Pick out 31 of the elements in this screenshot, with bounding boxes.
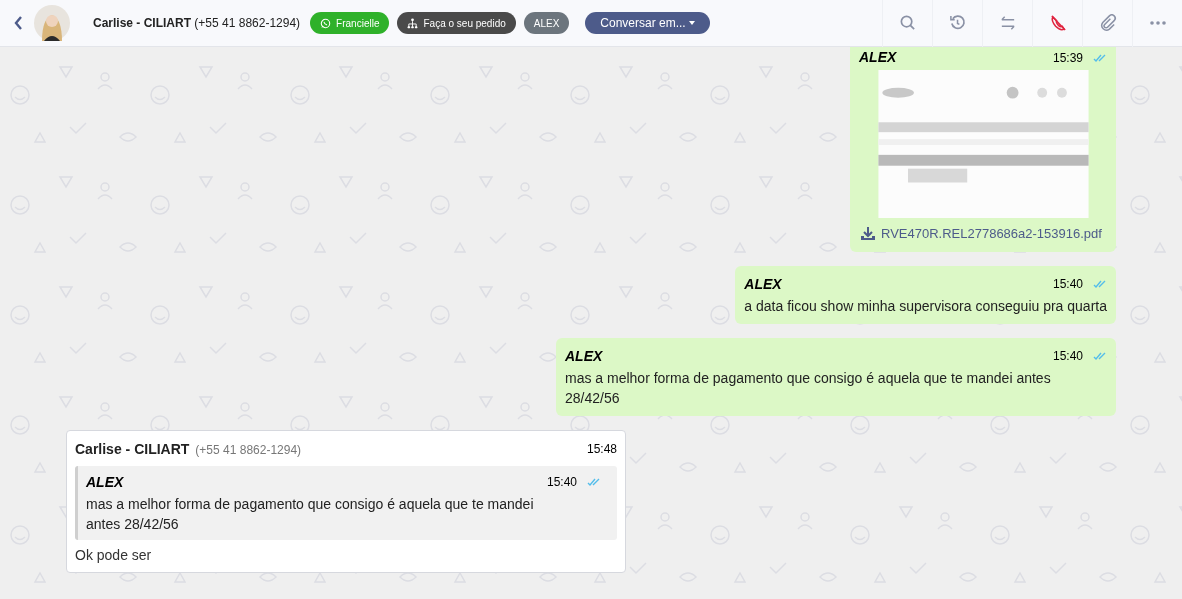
history-icon	[948, 14, 967, 32]
whatsapp-icon	[320, 17, 332, 29]
contact-name: Carlise - CILIART (+55 41 8862-1294)	[93, 15, 301, 32]
paperclip-icon	[1098, 14, 1117, 32]
message-text: mas a melhor forma de pagamento que consigo é aquela que te mandei antes 28/42/56	[86, 494, 535, 534]
message-time: 15:40	[1052, 276, 1083, 293]
sender-name: ALEX	[565, 346, 603, 366]
tag: Faça o seu pedido	[397, 12, 516, 34]
tag: Francielle	[310, 12, 390, 34]
agent-tag: ALEX	[523, 12, 570, 34]
message-time: 15:48	[586, 441, 617, 458]
file-link[interactable]: RVE470R.REL2778686a2-153916.pdf	[861, 224, 1107, 244]
sender-name: ALEX	[744, 274, 782, 294]
message-text: Ok pode ser	[75, 545, 153, 565]
more-icon	[1149, 21, 1166, 25]
search-icon	[898, 14, 917, 32]
message-time: 15:40	[1052, 348, 1083, 365]
sender-name: ALEX	[86, 472, 124, 492]
back-icon	[13, 16, 23, 30]
sender-name: Carlise - CILIART	[75, 439, 190, 459]
avatar[interactable]	[34, 5, 70, 41]
sender-name: ALEX	[859, 48, 897, 67]
message-text: a data ficou show minha supervisora conseguiu pra quarta	[744, 296, 1107, 316]
download-icon	[861, 227, 875, 241]
message-text: mas a melhor forma de pagamento que consigo é aquela que te mandei antes 28/42/56	[565, 368, 1052, 408]
caret-icon	[688, 21, 695, 25]
conversation-dropdown[interactable]: Conversar em...	[585, 12, 710, 34]
hierarchy-icon	[407, 17, 419, 29]
message-time: 15:40	[546, 474, 577, 491]
message-time: 15:39	[1052, 49, 1083, 67]
sender-phone: (+55 41 8862-1294)	[195, 441, 302, 459]
